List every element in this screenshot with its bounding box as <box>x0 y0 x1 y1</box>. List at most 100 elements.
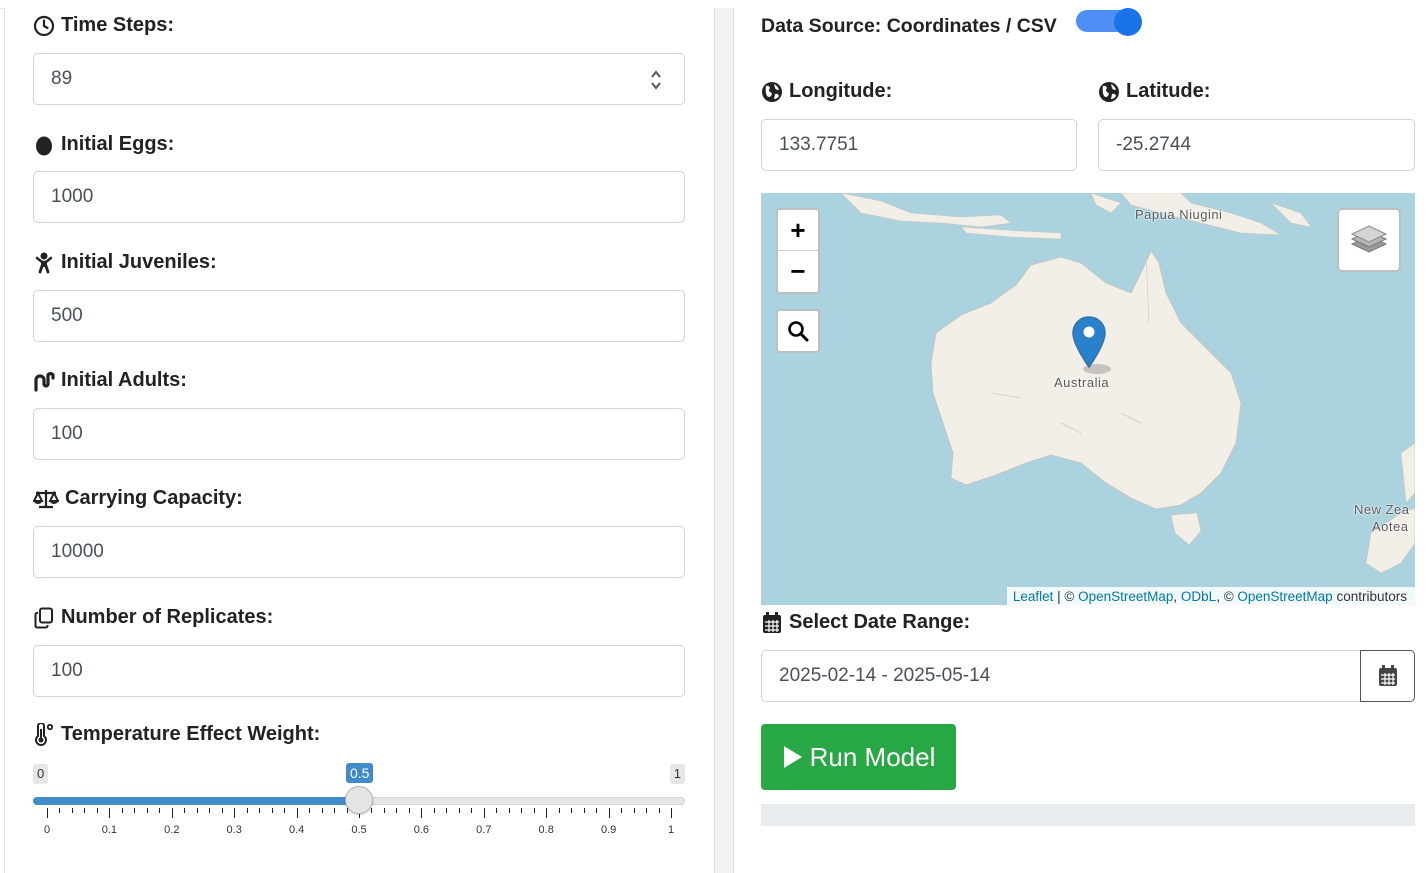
replicates-input[interactable]: 100 <box>33 645 685 697</box>
globe-icon <box>1098 81 1120 103</box>
initial-eggs-value: 1000 <box>51 186 94 207</box>
longitude-input[interactable]: 133.7751 <box>761 119 1077 171</box>
latitude-label-text: Latitude: <box>1126 80 1211 102</box>
osm-link-2[interactable]: OpenStreetMap <box>1237 589 1332 604</box>
slider-minor-tick <box>558 808 560 813</box>
slider-tick-label: 0.2 <box>164 824 180 836</box>
slider-max-label: 1 <box>669 764 685 784</box>
clock-icon <box>33 15 55 37</box>
slider-minor-tick <box>621 808 623 813</box>
temp-weight-label: Temperature Effect Weight: <box>33 722 320 746</box>
layers-icon <box>1350 225 1388 253</box>
slider-tick-label: 0.1 <box>101 824 118 836</box>
slider-tick-label: 0.6 <box>413 824 430 836</box>
slider-tick-label: 0.3 <box>226 824 242 836</box>
slider-minor-tick <box>271 808 273 813</box>
longitude-label: Longitude: <box>761 80 892 103</box>
leaflet-link[interactable]: Leaflet <box>1013 589 1054 604</box>
slider-minor-tick <box>471 808 473 813</box>
map-label-papua: Papua Niugini <box>1135 207 1223 222</box>
calendar-button[interactable] <box>1360 650 1415 702</box>
initial-adults-label-text: Initial Adults: <box>61 369 187 391</box>
number-spinner-icon[interactable] <box>650 68 662 92</box>
temp-weight-slider[interactable]: 0 1 0.5 0 0.1 0.2 0.3 0.4 0.5 0.6 0.7 0.8 0.9 1 <box>33 760 685 850</box>
time-steps-label-text: Time Steps: <box>61 14 174 36</box>
globe-icon <box>761 81 783 103</box>
slider-minor-tick <box>633 808 635 813</box>
slider-minor-tick <box>246 808 248 813</box>
slider-minor-tick <box>396 808 398 813</box>
initial-eggs-label-text: Initial Eggs: <box>61 133 175 155</box>
layers-control-button[interactable] <box>1337 208 1401 272</box>
slider-minor-tick <box>159 808 161 813</box>
slider-minor-tick <box>309 808 311 813</box>
slider-minor-tick <box>658 808 660 813</box>
date-range-picker[interactable]: 2025-02-14 - 2025-05-14 <box>761 650 1415 702</box>
slider-minor-tick <box>458 808 460 813</box>
leaflet-map[interactable]: Papua Niugini Australia New Zea Aotea + … <box>761 193 1415 605</box>
slider-major-tick <box>483 808 485 818</box>
carrying-capacity-value: 10000 <box>51 541 104 562</box>
longitude-label-text: Longitude: <box>789 80 893 102</box>
initial-juveniles-label: Initial Juveniles: <box>33 251 217 274</box>
zoom-in-button[interactable]: + <box>778 210 818 251</box>
date-range-value: 2025-02-14 - 2025-05-14 <box>779 665 991 686</box>
attribution-comma: , <box>1173 589 1181 604</box>
map-search-button[interactable] <box>776 309 820 353</box>
slider-minor-tick <box>521 808 523 813</box>
date-range-label: Select Date Range: <box>761 611 970 634</box>
slider-tick-label: 1 <box>667 824 675 836</box>
time-steps-value: 89 <box>51 68 73 89</box>
run-model-label: Run Model <box>809 741 936 772</box>
map-attribution: Leaflet | © OpenStreetMap, ODbL, © OpenS… <box>1006 587 1415 605</box>
attribution-contributors: contributors <box>1332 589 1407 604</box>
slider-minor-tick <box>284 808 286 813</box>
panel-divider[interactable] <box>714 8 734 873</box>
slider-minor-tick <box>121 808 123 813</box>
calendar-icon <box>761 611 783 634</box>
initial-eggs-input[interactable]: 1000 <box>33 171 685 223</box>
calendar-icon <box>1378 665 1397 686</box>
latitude-input[interactable]: -25.2744 <box>1098 119 1415 171</box>
slider-minor-tick <box>496 808 498 813</box>
osm-link[interactable]: OpenStreetMap <box>1078 589 1173 604</box>
progress-bar <box>761 804 1415 826</box>
date-range-input[interactable]: 2025-02-14 - 2025-05-14 <box>761 650 1361 702</box>
initial-adults-input[interactable]: 100 <box>33 408 685 460</box>
slider-major-tick <box>421 808 423 818</box>
slider-minor-tick <box>408 808 410 813</box>
slider-minor-tick <box>196 808 198 813</box>
slider-minor-tick <box>321 808 323 813</box>
data-source-toggle[interactable] <box>1076 8 1142 36</box>
slider-min-label: 0 <box>33 764 49 784</box>
slider-minor-tick <box>433 808 435 813</box>
slider-major-tick <box>234 808 236 818</box>
map-marker-icon[interactable] <box>1071 315 1111 377</box>
slider-minor-tick <box>646 808 648 813</box>
play-icon <box>783 746 802 768</box>
carrying-capacity-input[interactable]: 10000 <box>33 526 685 578</box>
time-steps-label: Time Steps: <box>33 14 174 37</box>
carrying-capacity-label-text: Carrying Capacity: <box>65 487 243 509</box>
odbl-link[interactable]: ODbL <box>1181 589 1216 604</box>
slider-major-tick <box>109 808 111 818</box>
balance-scale-icon <box>33 488 59 510</box>
time-steps-input[interactable]: 89 <box>33 53 685 105</box>
date-range-label-text: Select Date Range: <box>789 611 971 633</box>
child-icon <box>33 252 55 274</box>
initial-juveniles-input[interactable]: 500 <box>33 290 685 342</box>
initial-juveniles-value: 500 <box>51 305 83 326</box>
latitude-value: -25.2744 <box>1116 134 1192 155</box>
initial-adults-label: Initial Adults: <box>33 369 187 392</box>
map-tiles <box>840 193 1415 574</box>
map-label-nz1: New Zea <box>1354 502 1410 517</box>
latitude-label: Latitude: <box>1098 80 1210 103</box>
slider-fill <box>33 797 359 805</box>
run-model-button[interactable]: Run Model <box>761 724 956 790</box>
carrying-capacity-label: Carrying Capacity: <box>33 487 243 510</box>
slider-handle[interactable] <box>345 786 373 814</box>
slider-minor-tick <box>96 808 98 813</box>
attribution-separator: | © <box>1053 589 1079 604</box>
slider-tick-label: 0 <box>43 824 51 836</box>
zoom-out-button[interactable]: − <box>778 251 818 291</box>
